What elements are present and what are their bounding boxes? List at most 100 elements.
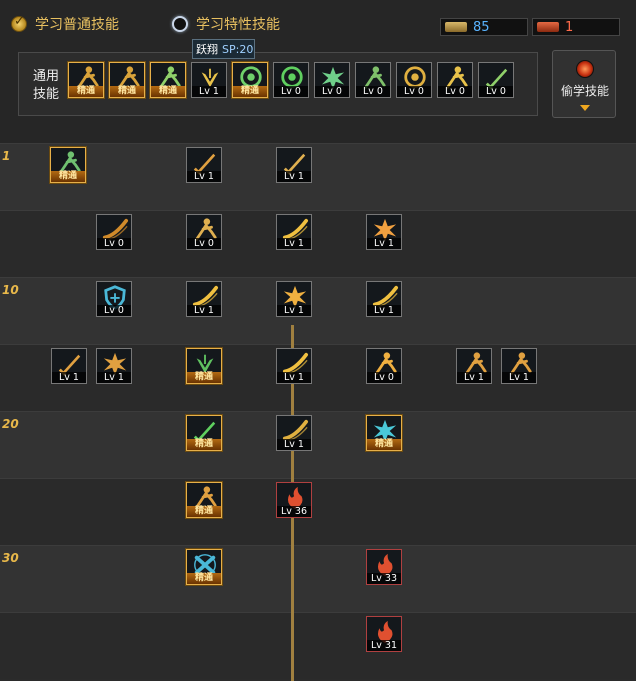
dropdown-arrow-icon [580, 105, 590, 111]
skill-icon-button[interactable]: 精通 [68, 62, 104, 98]
tp-value: 1 [565, 19, 574, 35]
skill-icon-button[interactable]: Lv 0 [186, 214, 222, 250]
skill-icon-button[interactable]: 精通 [232, 62, 268, 98]
skill-icon-button[interactable]: 精通 [366, 415, 402, 451]
skill-icon-button[interactable]: 精通 [150, 62, 186, 98]
skill-icon-button[interactable]: Lv 1 [501, 348, 537, 384]
skill-level-label: Lv 1 [277, 372, 311, 383]
mastered-badge: 精通 [110, 86, 144, 97]
common-label-line2: 技能 [32, 87, 59, 102]
skill-level-label: Lv 0 [479, 86, 513, 97]
skill-icon-button[interactable]: Lv 31 [366, 616, 402, 652]
skill-icon-button[interactable]: Lv 1 [366, 214, 402, 250]
tree-row [0, 612, 636, 679]
skill-icon-button[interactable]: Lv 36 [276, 482, 312, 518]
steal-skill-button[interactable]: 偷学技能 [552, 50, 616, 118]
mastered-badge: 精通 [187, 506, 221, 517]
skill-level-label: Lv 0 [397, 86, 431, 97]
skill-icon-button[interactable]: Lv 1 [276, 415, 312, 451]
mastered-badge: 精通 [187, 372, 221, 383]
skill-level-label: Lv 1 [277, 439, 311, 450]
skill-icon-button[interactable]: 精通 [109, 62, 145, 98]
tab-bar: 学习普通技能 学习特性技能 85 1 [0, 0, 636, 44]
skill-level-label: Lv 1 [187, 305, 221, 316]
level-marker: 1 [2, 149, 11, 163]
skill-level-label: Lv 0 [367, 372, 401, 383]
tree-row [0, 411, 636, 478]
mastered-badge: 精通 [187, 573, 221, 584]
skill-icon-button[interactable]: Lv 1 [366, 281, 402, 317]
skill-icon-button[interactable]: Lv 0 [478, 62, 514, 98]
skill-icon-button[interactable]: Lv 0 [437, 62, 473, 98]
skill-icon-button[interactable]: Lv 1 [96, 348, 132, 384]
mastered-badge: 精通 [69, 86, 103, 97]
common-skills-label: 通用 技能 [29, 68, 63, 104]
skill-icon-button[interactable]: Lv 33 [366, 549, 402, 585]
skill-tooltip: 跃翔 SP:20 [192, 39, 255, 59]
skill-icon-button[interactable]: Lv 1 [186, 281, 222, 317]
skill-icon-button[interactable]: 精通 [186, 482, 222, 518]
tp-counter: 1 [532, 18, 620, 36]
skill-icon-button[interactable]: 精通 [186, 415, 222, 451]
skill-icon-button[interactable]: Lv 1 [456, 348, 492, 384]
header-panel: 学习普通技能 学习特性技能 85 1 通用 技能 精通精通精通Lv 1精通Lv … [0, 0, 636, 143]
skill-level-label: Lv 0 [356, 86, 390, 97]
skill-level-label: Lv 0 [315, 86, 349, 97]
skill-level-label: Lv 1 [52, 372, 86, 383]
skill-level-label: Lv 0 [97, 305, 131, 316]
skill-icon-button[interactable]: Lv 0 [314, 62, 350, 98]
skill-level-label: Lv 0 [187, 238, 221, 249]
level-marker: 30 [2, 551, 19, 565]
tooltip-sp-cost: SP:20 [222, 42, 254, 56]
tab-trait-skills[interactable]: 学习特性技能 [172, 12, 280, 36]
skill-level-label: Lv 1 [277, 238, 311, 249]
red-gem-icon [576, 60, 594, 78]
skill-level-label: Lv 0 [97, 238, 131, 249]
skill-icon-button[interactable]: 精通 [186, 348, 222, 384]
tp-icon [537, 22, 559, 32]
skill-level-label: Lv 1 [277, 171, 311, 182]
mastered-badge: 精通 [187, 439, 221, 450]
radio-icon [172, 16, 188, 32]
skill-icon-button[interactable]: Lv 1 [276, 281, 312, 317]
skill-icon-button[interactable]: Lv 1 [276, 348, 312, 384]
tree-row [0, 545, 636, 612]
skill-icon-button[interactable]: Lv 0 [355, 62, 391, 98]
skill-icon-button[interactable]: Lv 1 [186, 147, 222, 183]
skill-icon-button[interactable]: Lv 0 [396, 62, 432, 98]
mastered-badge: 精通 [233, 86, 267, 97]
skill-level-label: Lv 1 [457, 372, 491, 383]
tooltip-skill-name: 跃翔 [196, 43, 218, 56]
sp-counter: 85 [440, 18, 528, 36]
mastered-badge: 精通 [51, 171, 85, 182]
skill-icon-button[interactable]: Lv 1 [276, 214, 312, 250]
skill-icon-button[interactable]: Lv 0 [96, 214, 132, 250]
sp-value: 85 [473, 19, 490, 35]
skill-level-label: Lv 0 [438, 86, 472, 97]
skill-level-label: Lv 0 [274, 86, 308, 97]
steal-skill-label: 偷学技能 [560, 84, 609, 98]
skill-icon-button[interactable]: 精通 [50, 147, 86, 183]
skill-icon-button[interactable]: Lv 0 [96, 281, 132, 317]
skill-level-label: Lv 36 [277, 506, 311, 517]
skill-level-label: Lv 1 [367, 305, 401, 316]
skill-level-label: Lv 33 [367, 573, 401, 584]
skill-level-label: Lv 1 [97, 372, 131, 383]
skill-icon-button[interactable]: Lv 0 [273, 62, 309, 98]
tab-normal-skills[interactable]: 学习普通技能 [11, 12, 119, 36]
skill-level-label: Lv 1 [192, 86, 226, 97]
skill-level-label: Lv 31 [367, 640, 401, 651]
skill-icon-button[interactable]: 精通 [186, 549, 222, 585]
skill-level-label: Lv 1 [502, 372, 536, 383]
skill-icon-button[interactable]: Lv 0 [366, 348, 402, 384]
tab-label: 学习普通技能 [35, 17, 119, 33]
common-label-line1: 通用 [32, 69, 59, 84]
skill-icon-button[interactable]: Lv 1 [191, 62, 227, 98]
skill-icon-button[interactable]: Lv 1 [51, 348, 87, 384]
skill-level-label: Lv 1 [187, 171, 221, 182]
skill-icon-button[interactable]: Lv 1 [276, 147, 312, 183]
tab-label: 学习特性技能 [196, 17, 280, 33]
sp-icon [445, 22, 467, 32]
mastered-badge: 精通 [367, 439, 401, 450]
mastered-badge: 精通 [151, 86, 185, 97]
